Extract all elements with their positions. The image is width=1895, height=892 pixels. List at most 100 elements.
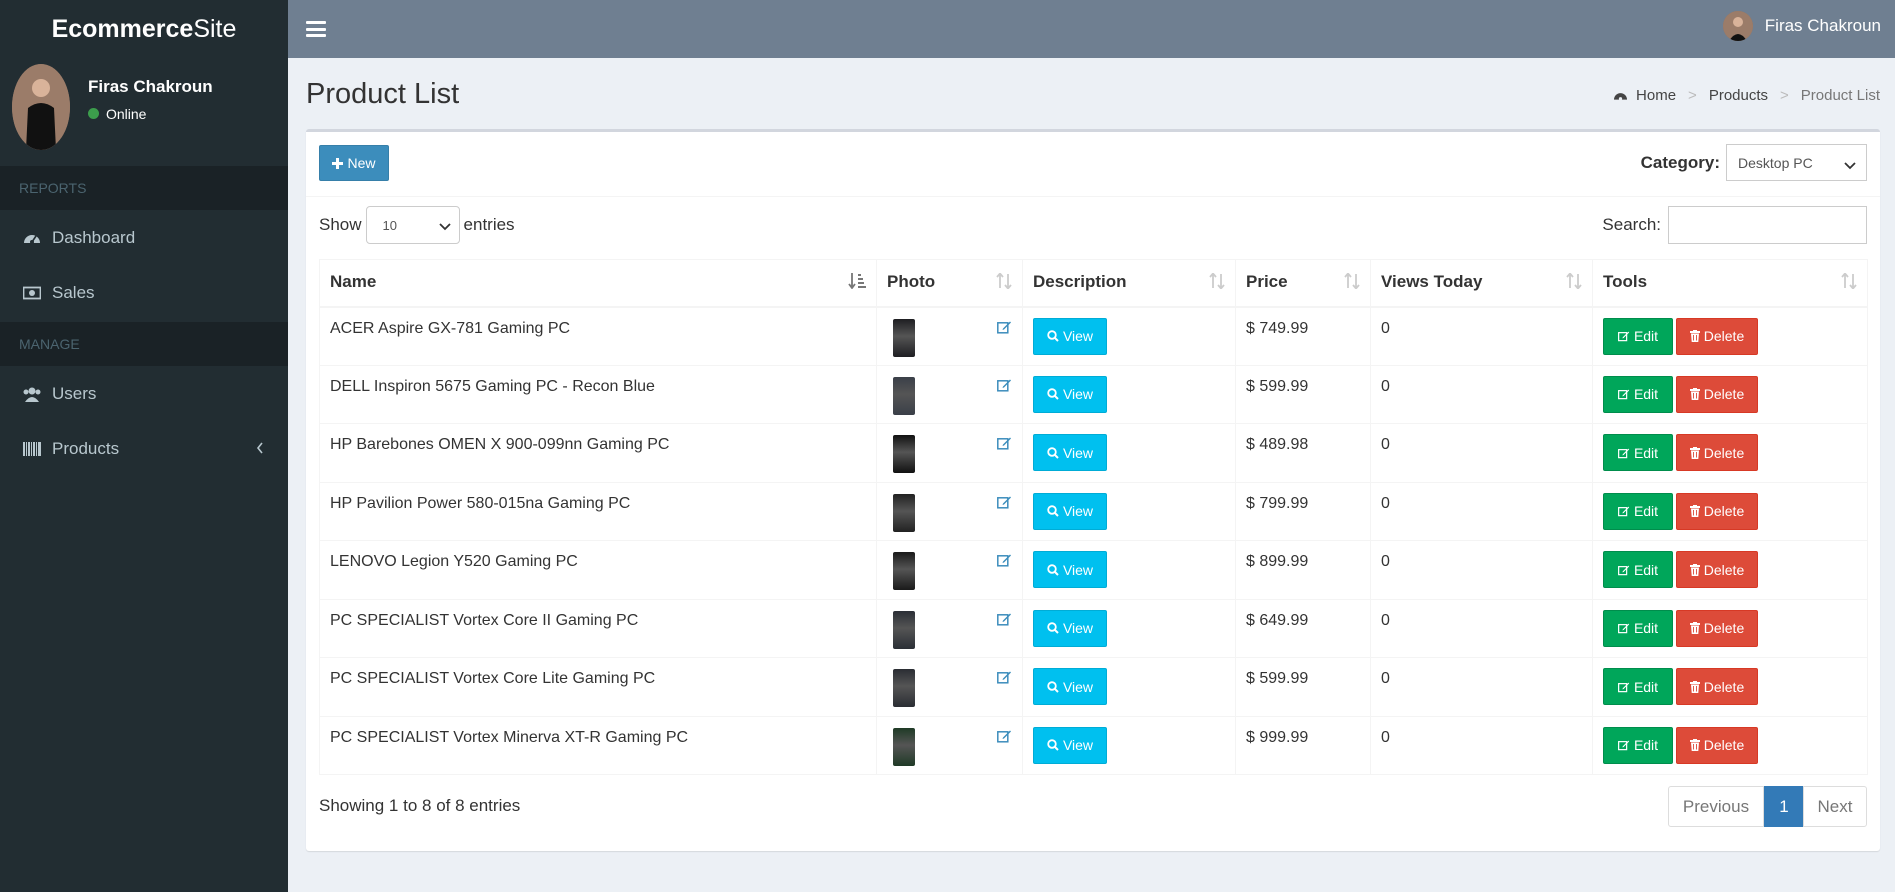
edit-button[interactable]: Edit (1603, 492, 1673, 530)
product-views-today: 0 (1370, 540, 1593, 600)
chevron-left-icon[interactable] (256, 439, 264, 459)
product-description-cell: View (1022, 715, 1236, 775)
edit-icon (1617, 330, 1630, 342)
delete-button[interactable]: Delete (1676, 492, 1758, 530)
table-row: PC SPECIALIST Vortex Core Lite Gaming PC… (319, 657, 1868, 717)
delete-button[interactable]: Delete (1676, 668, 1758, 705)
column-header-views-today[interactable]: Views Today (1370, 259, 1593, 308)
product-description-cell: View (1022, 598, 1236, 658)
app-logo[interactable]: Ecommerce Site (0, 0, 288, 58)
pagination-next[interactable]: Next (1803, 786, 1867, 827)
search-input[interactable] (1668, 206, 1867, 244)
pagination-previous[interactable]: Previous (1668, 786, 1764, 827)
delete-button[interactable]: Delete (1676, 726, 1758, 764)
edit-button[interactable]: Edit (1603, 609, 1673, 647)
edit-icon (1617, 681, 1630, 693)
edit-photo-icon[interactable] (997, 729, 1012, 748)
view-description-button[interactable]: View (1033, 609, 1107, 647)
column-header-name[interactable]: Name (319, 259, 877, 308)
column-header-photo[interactable]: Photo (876, 259, 1023, 308)
edit-photo-icon[interactable] (997, 436, 1012, 455)
breadcrumb-products[interactable]: Products (1709, 87, 1768, 104)
sort-icon (1209, 272, 1225, 294)
sidebar-toggle-icon[interactable] (306, 21, 326, 37)
sidebar-item-dashboard[interactable]: Dashboard (0, 210, 288, 265)
breadcrumb-home[interactable]: Home (1636, 87, 1676, 104)
category-label: Category: (1640, 152, 1720, 172)
edit-button[interactable]: Edit (1603, 551, 1673, 588)
column-header-description[interactable]: Description (1022, 259, 1236, 308)
table-row: PC SPECIALIST Vortex Minerva XT-R Gaming… (319, 715, 1868, 775)
view-description-button[interactable]: View (1033, 726, 1107, 764)
search-icon (1047, 622, 1059, 634)
product-photo-cell (876, 657, 1023, 717)
new-button-label: New (347, 155, 376, 171)
search-icon (1047, 330, 1059, 342)
category-select-value: Desktop PC (1738, 154, 1813, 171)
sort-icon (1566, 272, 1582, 294)
product-name: DELL Inspiron 5675 Gaming PC - Recon Blu… (319, 364, 877, 424)
view-description-button[interactable]: View (1033, 551, 1107, 588)
edit-photo-icon[interactable] (997, 378, 1012, 397)
column-header-tools[interactable]: Tools (1592, 259, 1868, 308)
datatable: Show 10 entries Search: Name Photo Descr… (319, 206, 1868, 830)
search-icon (1047, 446, 1059, 459)
sidebar-item-products[interactable]: Products (0, 421, 288, 476)
user-panel: Firas Chakroun Online (0, 58, 288, 156)
edit-button[interactable]: Edit (1603, 668, 1673, 705)
entries-length-select[interactable]: 10 (365, 206, 460, 244)
sidebar-item-users[interactable]: Users (0, 366, 288, 421)
search-icon (1047, 739, 1059, 751)
edit-photo-icon[interactable] (997, 495, 1012, 514)
view-description-button[interactable]: View (1033, 317, 1107, 355)
category-select[interactable]: Desktop PC (1726, 144, 1867, 181)
product-table: Name Photo Description Price Views Today… (319, 259, 1868, 775)
view-description-button[interactable]: View (1033, 375, 1107, 413)
edit-button[interactable]: Edit (1603, 434, 1673, 471)
pagination-page-1[interactable]: 1 (1764, 786, 1804, 827)
table-row: HP Barebones OMEN X 900-099nn Gaming PC … (319, 423, 1868, 483)
edit-photo-icon[interactable] (997, 612, 1012, 631)
edit-button[interactable]: Edit (1603, 317, 1673, 355)
product-tools-cell: Edit Delete (1592, 540, 1868, 600)
barcode-icon (22, 440, 42, 458)
product-name: HP Pavilion Power 580-015na Gaming PC (319, 481, 877, 541)
product-photo (893, 376, 915, 415)
column-header-price[interactable]: Price (1235, 259, 1371, 308)
product-price: $ 489.98 (1235, 423, 1371, 483)
user-name: Firas Chakroun (88, 76, 213, 96)
logo-light: Site (193, 14, 237, 43)
delete-button[interactable]: Delete (1676, 551, 1758, 588)
delete-button[interactable]: Delete (1676, 375, 1758, 413)
chevron-down-icon (438, 219, 451, 234)
table-row: PC SPECIALIST Vortex Core II Gaming PC V… (319, 598, 1868, 658)
edit-button[interactable]: Edit (1603, 375, 1673, 413)
search-icon (1047, 388, 1059, 400)
sort-icon (996, 272, 1012, 294)
view-description-button[interactable]: View (1033, 434, 1107, 471)
delete-button[interactable]: Delete (1676, 434, 1758, 471)
new-product-button[interactable]: New (319, 145, 389, 181)
view-description-button[interactable]: View (1033, 492, 1107, 530)
edit-photo-icon[interactable] (997, 670, 1012, 689)
view-description-button[interactable]: View (1033, 668, 1107, 705)
delete-button[interactable]: Delete (1676, 317, 1758, 355)
sidebar: Ecommerce Site Firas Chakroun Online REPO… (0, 0, 288, 892)
trash-icon (1689, 739, 1700, 751)
product-photo-cell (876, 364, 1023, 424)
product-description-cell: View (1022, 423, 1236, 483)
product-description-cell: View (1022, 364, 1236, 424)
delete-button[interactable]: Delete (1676, 609, 1758, 647)
avatar (12, 64, 70, 150)
trash-icon (1689, 505, 1700, 517)
search-label: Search: (1602, 215, 1661, 234)
product-name: PC SPECIALIST Vortex Minerva XT-R Gaming… (319, 715, 877, 775)
sidebar-item-sales[interactable]: Sales (0, 265, 288, 320)
product-name: PC SPECIALIST Vortex Core II Gaming PC (319, 598, 877, 658)
edit-icon (1617, 505, 1630, 517)
chevron-down-icon (1844, 157, 1856, 173)
edit-photo-icon[interactable] (997, 553, 1012, 572)
edit-photo-icon[interactable] (997, 320, 1012, 339)
user-menu[interactable]: Firas Chakroun (1722, 11, 1881, 41)
edit-button[interactable]: Edit (1603, 726, 1673, 764)
